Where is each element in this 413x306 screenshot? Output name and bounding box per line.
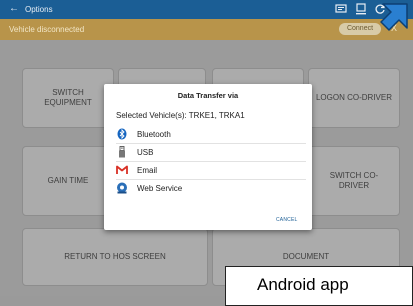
connection-status-bar: Vehicle disconnected Connect X bbox=[0, 19, 413, 40]
transfer-icon[interactable] bbox=[355, 3, 367, 15]
return-hos-label: RETURN TO HOS SCREEN bbox=[64, 252, 166, 261]
toolbar-title: Options bbox=[25, 5, 53, 14]
option-label: Email bbox=[137, 166, 158, 175]
gmail-icon bbox=[116, 165, 128, 174]
gain-time-tile[interactable]: GAIN TIME bbox=[22, 146, 114, 216]
callout-text: Android app bbox=[257, 275, 349, 294]
selected-vehicles: Selected Vehicle(s): TRKE1, TRKA1 bbox=[116, 111, 245, 120]
logon-co-driver-tile[interactable]: LOGON CO-DRIVER bbox=[308, 68, 400, 128]
return-hos-tile[interactable]: RETURN TO HOS SCREEN bbox=[22, 228, 208, 286]
logon-co-driver-label: LOGON CO-DRIVER bbox=[315, 93, 392, 102]
usb-icon bbox=[119, 146, 125, 158]
switch-equipment-tile[interactable]: SWITCH EQUIPMENT bbox=[22, 68, 114, 128]
data-transfer-dialog: Data Transfer via Selected Vehicle(s): T… bbox=[104, 84, 312, 230]
option-label: Web Service bbox=[137, 184, 183, 193]
switch-co-driver-tile[interactable]: SWITCH CO-DRIVER bbox=[308, 146, 400, 216]
cancel-button[interactable]: CANCEL bbox=[276, 217, 297, 223]
status-message: Vehicle disconnected bbox=[9, 25, 85, 34]
gain-time-label: GAIN TIME bbox=[47, 176, 89, 185]
android-app-callout: Android app bbox=[225, 266, 413, 306]
option-usb[interactable]: USB bbox=[116, 144, 306, 162]
bluetooth-icon bbox=[117, 128, 127, 140]
callout-arrow-icon bbox=[380, 3, 408, 31]
option-label: Bluetooth bbox=[137, 130, 171, 139]
option-email[interactable]: Email bbox=[116, 162, 306, 180]
connect-button[interactable]: Connect bbox=[339, 23, 381, 35]
switch-equipment-label: SWITCH EQUIPMENT bbox=[44, 88, 92, 107]
app-toolbar: ← Options bbox=[0, 0, 413, 19]
dialog-icon[interactable] bbox=[335, 3, 347, 15]
document-label: DOCUMENT bbox=[282, 252, 330, 261]
arrow-left-icon[interactable]: ← bbox=[9, 3, 19, 15]
web-service-icon bbox=[117, 182, 127, 194]
option-bluetooth[interactable]: Bluetooth bbox=[116, 126, 306, 144]
dialog-title: Data Transfer via bbox=[177, 91, 239, 100]
option-web-service[interactable]: Web Service bbox=[116, 180, 306, 197]
switch-co-driver-label: SWITCH CO-DRIVER bbox=[329, 171, 379, 190]
option-label: USB bbox=[137, 148, 154, 157]
